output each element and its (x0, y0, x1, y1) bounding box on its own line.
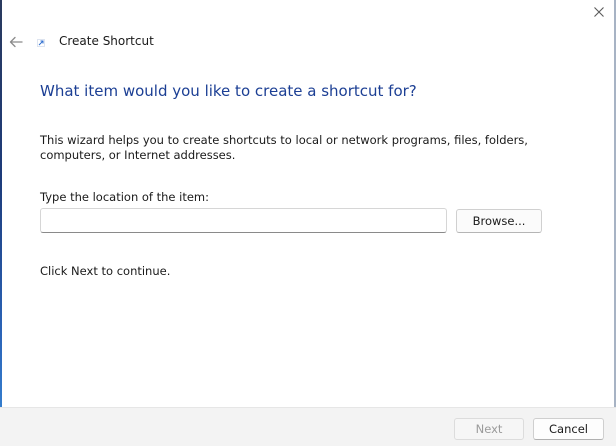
next-button[interactable]: Next (454, 418, 524, 440)
close-button[interactable] (584, 0, 614, 24)
back-button[interactable] (6, 32, 26, 52)
cancel-button[interactable]: Cancel (533, 418, 604, 440)
location-label: Type the location of the item: (40, 190, 210, 204)
wizard-header: Create Shortcut (0, 28, 560, 56)
location-input[interactable] (40, 208, 447, 233)
create-shortcut-window: Create Shortcut What item would you like… (0, 0, 616, 446)
continue-hint: Click Next to continue. (40, 264, 171, 278)
window-title: Create Shortcut (59, 34, 154, 48)
browse-button[interactable]: Browse... (456, 209, 542, 233)
shortcut-arrow-icon (36, 38, 46, 48)
arrow-left-icon (9, 36, 23, 48)
close-icon (594, 7, 604, 17)
desktop-background-strip (0, 0, 2, 446)
intro-text: This wizard helps you to create shortcut… (40, 133, 528, 162)
page-heading: What item would you like to create a sho… (40, 82, 417, 100)
